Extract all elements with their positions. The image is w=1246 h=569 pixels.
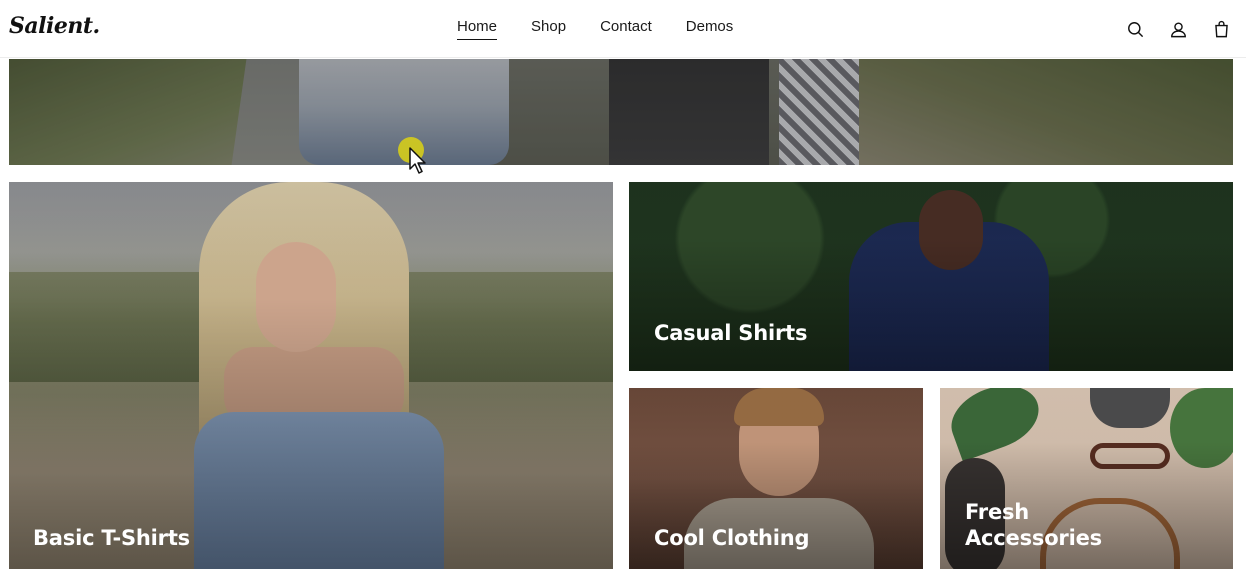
search-icon[interactable]: [1122, 16, 1148, 42]
page: Salient. Home Shop Contact Demos Basic T…: [0, 0, 1246, 569]
nav-item-demos[interactable]: Demos: [686, 18, 734, 40]
site-header: Salient. Home Shop Contact Demos: [0, 0, 1246, 58]
card-overlay: [9, 182, 613, 569]
category-label: Cool Clothing: [654, 526, 810, 550]
category-card-cool-clothing[interactable]: Cool Clothing: [629, 388, 923, 569]
category-label: Basic T-Shirts: [33, 526, 190, 550]
site-logo[interactable]: Salient.: [9, 13, 100, 39]
category-card-basic-t-shirts[interactable]: Basic T-Shirts: [9, 182, 613, 569]
category-label: Fresh Accessories: [965, 500, 1102, 550]
nav-item-shop[interactable]: Shop: [531, 18, 566, 40]
hero-image: [9, 59, 1233, 165]
main-nav: Home Shop Contact Demos: [440, 18, 750, 40]
hero-shade: [9, 59, 1233, 165]
header-icons: [1105, 16, 1234, 42]
user-icon[interactable]: [1165, 16, 1191, 42]
category-card-fresh-accessories[interactable]: Fresh Accessories: [940, 388, 1233, 569]
mouse-cursor-icon: [408, 147, 428, 175]
nav-item-contact[interactable]: Contact: [600, 18, 652, 40]
category-card-casual-shirts[interactable]: Casual Shirts: [629, 182, 1233, 371]
category-label: Casual Shirts: [654, 321, 808, 345]
shopping-bag-icon[interactable]: [1208, 16, 1234, 42]
nav-item-home[interactable]: Home: [457, 18, 498, 40]
